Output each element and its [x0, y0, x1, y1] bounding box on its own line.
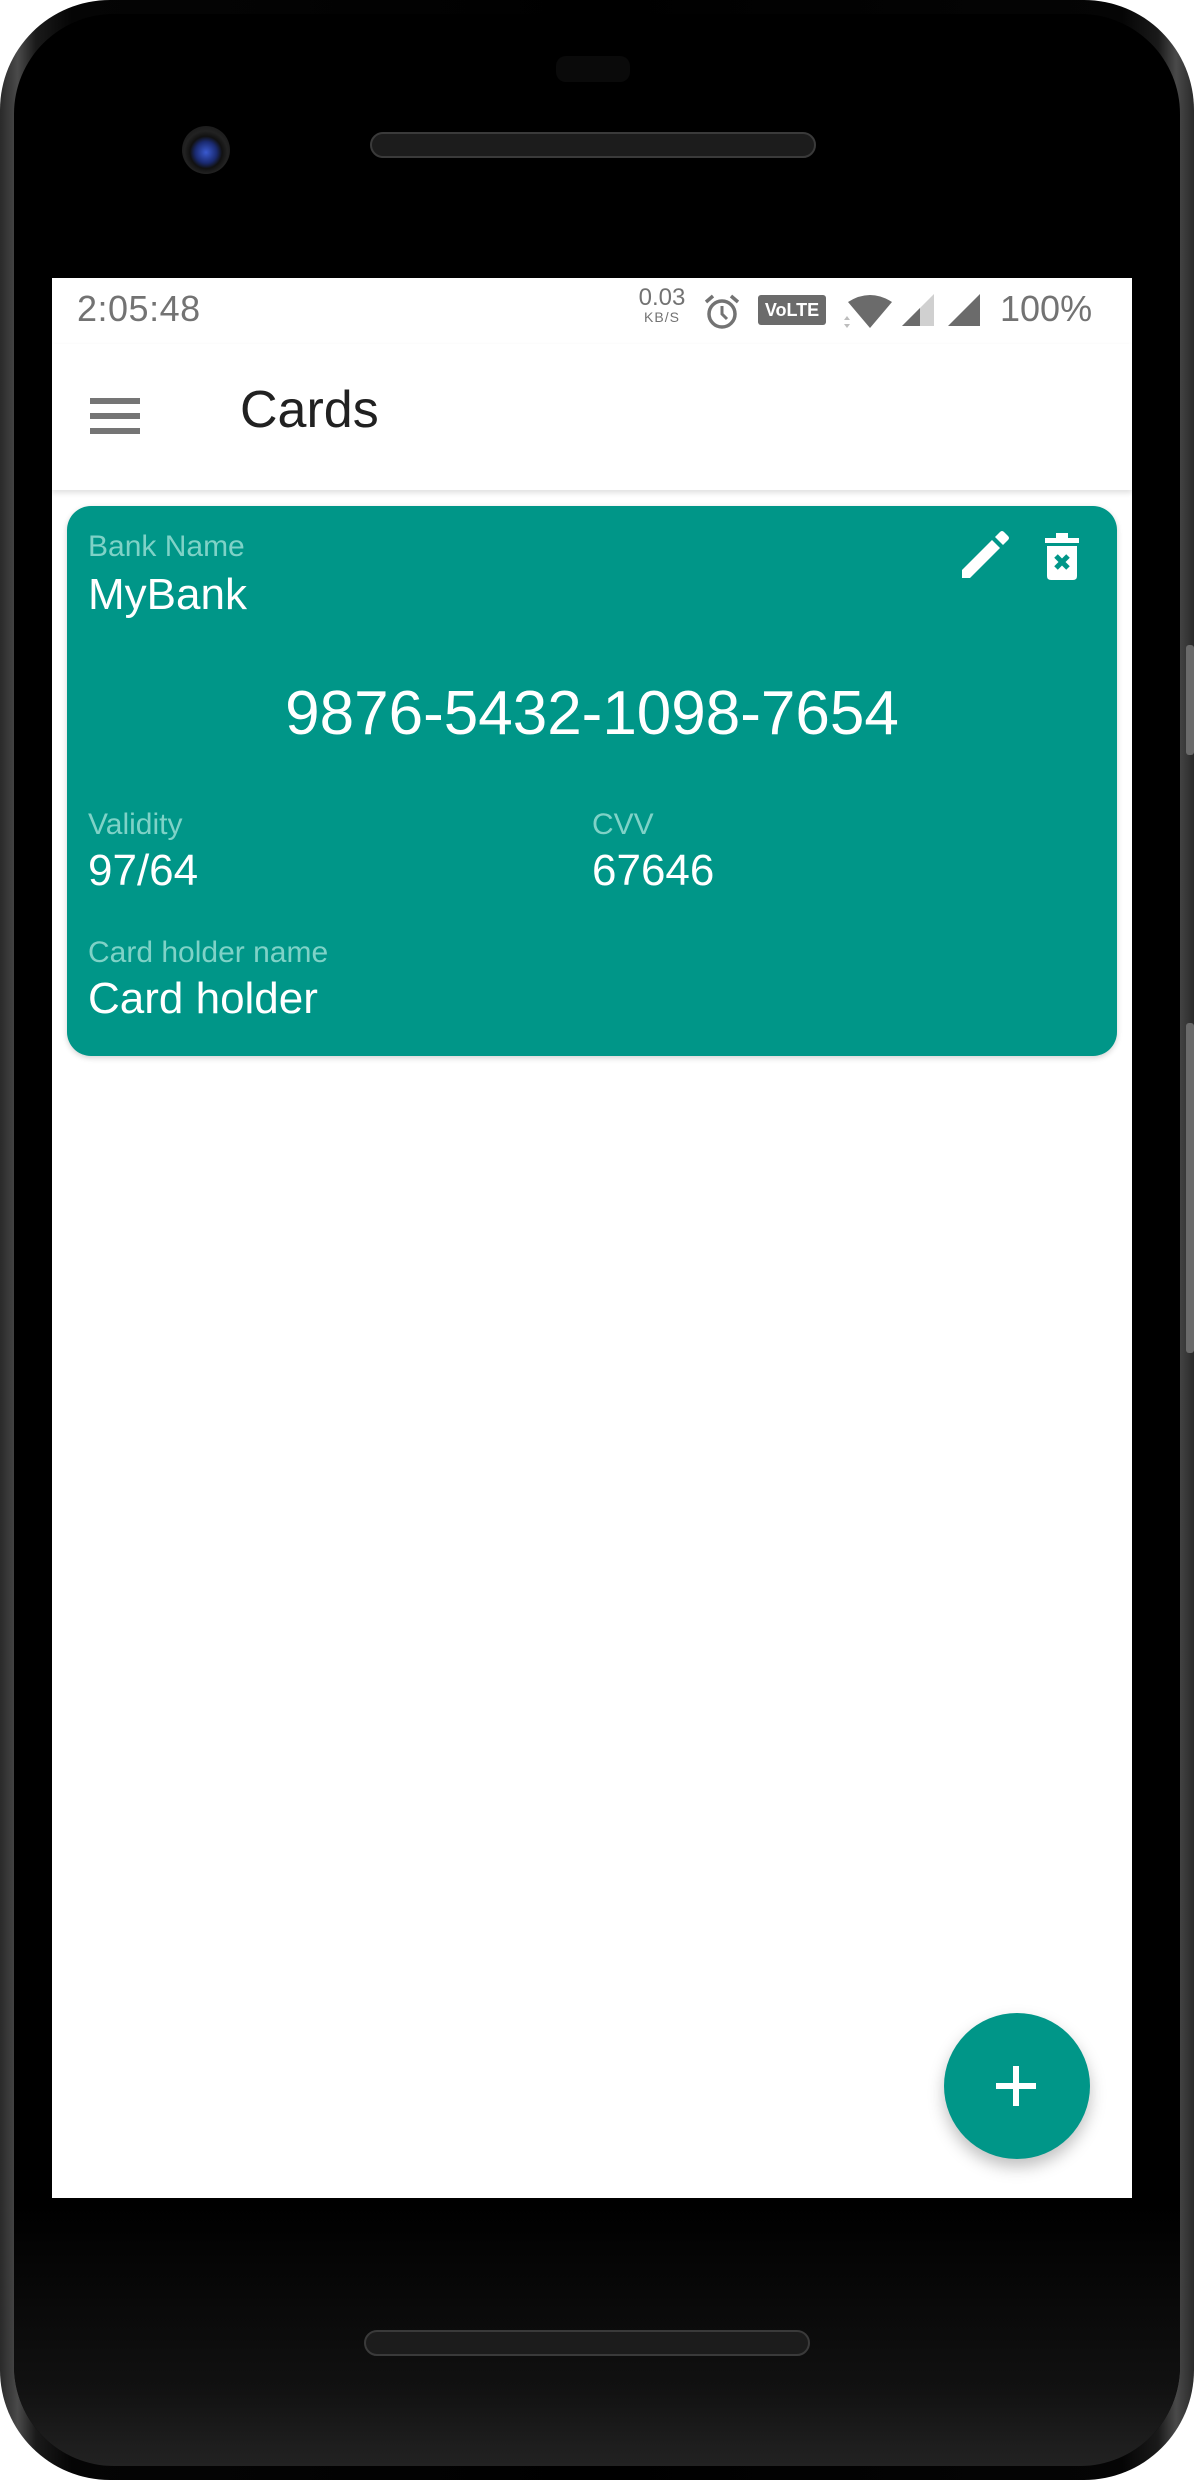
- alarm-icon: [704, 294, 740, 329]
- edit-icon[interactable]: [954, 526, 1014, 586]
- volte-icon: VoLTE: [758, 295, 826, 325]
- proximity-sensor: [556, 56, 630, 82]
- earpiece-speaker: [370, 132, 816, 158]
- signal-sim2-icon: [948, 294, 980, 326]
- bank-card[interactable]: Bank Name MyBank 9876-5432-1098-7654 Val…: [67, 506, 1117, 1056]
- network-speed-value: 0.03: [638, 284, 686, 311]
- validity-label: Validity: [88, 808, 183, 841]
- network-speed: 0.03 KB/S: [632, 284, 692, 325]
- app-screen: 2:05:48 0.03 KB/S VoLTE 100% Cards Bank …: [52, 278, 1132, 2198]
- card-holder-value: Card holder: [88, 974, 318, 1023]
- status-time: 2:05:48: [77, 288, 201, 329]
- bank-name-value: MyBank: [88, 570, 247, 619]
- delete-icon[interactable]: [1032, 526, 1092, 586]
- cvv-value: 67646: [592, 846, 715, 895]
- bank-name-label: Bank Name: [88, 530, 245, 563]
- add-card-button[interactable]: [944, 2013, 1090, 2159]
- power-button: [1186, 1023, 1194, 1353]
- cvv-label: CVV: [592, 808, 654, 841]
- wifi-icon: [844, 295, 892, 328]
- status-bar: 2:05:48 0.03 KB/S VoLTE 100%: [52, 278, 1132, 344]
- card-holder-label: Card holder name: [88, 936, 329, 969]
- signal-sim1-icon: [902, 294, 934, 326]
- front-camera: [182, 126, 230, 174]
- bottom-speaker: [364, 2330, 810, 2356]
- app-toolbar: Cards: [52, 344, 1132, 490]
- hamburger-menu-icon[interactable]: [66, 376, 146, 456]
- validity-value: 97/64: [88, 846, 199, 895]
- card-number: 9876-5432-1098-7654: [285, 679, 899, 748]
- network-speed-unit: KB/S: [644, 309, 680, 325]
- battery-percent: 100%: [1000, 288, 1093, 329]
- page-title: Cards: [240, 381, 379, 439]
- volume-button: [1186, 645, 1194, 755]
